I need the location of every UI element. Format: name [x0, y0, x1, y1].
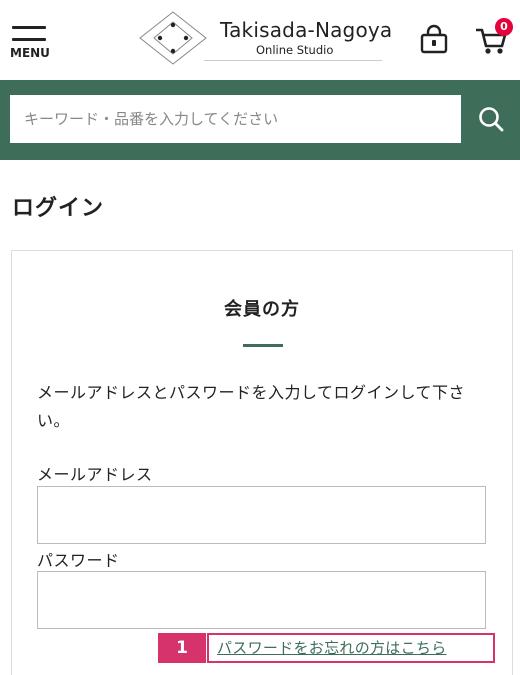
title-underline	[243, 344, 283, 347]
hamburger-icon-bar	[12, 38, 46, 41]
email-field[interactable]	[37, 486, 486, 544]
menu-label: MENU	[10, 46, 50, 60]
page-title: ログイン	[12, 196, 105, 221]
menu-button[interactable]: MENU	[10, 20, 50, 60]
annotation-marker: 1	[158, 633, 206, 663]
search-icon	[478, 107, 503, 132]
search-button[interactable]	[461, 95, 520, 143]
logo-diamond-icon	[139, 11, 207, 65]
password-label: パスワード	[37, 551, 120, 570]
shopping-bag-icon	[420, 24, 448, 54]
site-header: MENU Takisada-Nagoya Online Studio 0	[0, 0, 520, 80]
cart-count-badge: 0	[495, 18, 513, 36]
search-input[interactable]	[10, 95, 461, 143]
card-title: 会員の方	[224, 299, 300, 320]
shopping-bag-button[interactable]	[418, 24, 450, 56]
logo-title: Takisada-Nagoya	[220, 18, 393, 42]
search-bar	[0, 80, 520, 160]
login-description: メールアドレスとパスワードを入力してログインして下さい。	[37, 383, 466, 430]
logo-subtitle: Online Studio	[256, 43, 334, 57]
member-login-card: 会員の方 メールアドレスとパスワードを入力してログインして下さい。 メールアドレ…	[11, 250, 513, 675]
site-logo[interactable]: Takisada-Nagoya Online Studio	[138, 10, 392, 68]
logo-underline	[204, 60, 382, 61]
email-label: メールアドレス	[37, 465, 153, 484]
password-field[interactable]	[37, 571, 486, 629]
hamburger-icon	[12, 26, 46, 29]
forgot-password-link[interactable]: パスワードをお忘れの方はこちら	[217, 637, 447, 658]
